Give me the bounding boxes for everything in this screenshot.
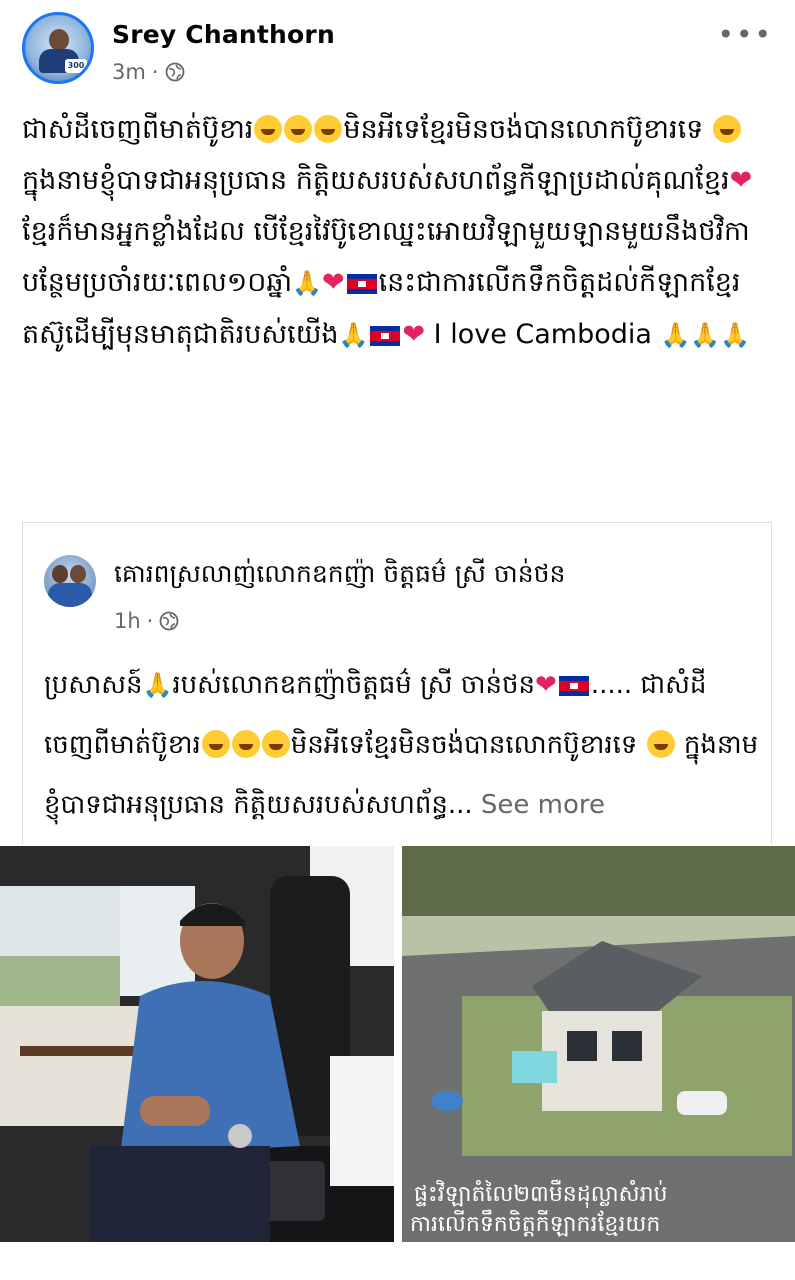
shared-post-text: ប្រសាសន៍🙏របស់លោកឧកញ៉ាចិត្តធម៌ ស្រី ចាន់ថ… bbox=[44, 655, 759, 835]
villa-caption-line-1: ផ្ទះវិឡាតំលៃ២៣មឺនដុល្លាសំរាប់ bbox=[414, 1179, 668, 1208]
shared-text-d: មិនអីទេខ្មែរមិនចង់បានលោកប៊ូខារទេ bbox=[290, 730, 638, 760]
more-options-button[interactable]: ••• bbox=[717, 18, 773, 51]
pray-icon: 🙏 bbox=[142, 671, 173, 699]
shared-author-name[interactable]: គោរពស្រលាញ់លោកឧកញ៉ា ចិត្តធម៌ ស្រី ចាន់ថន bbox=[114, 559, 565, 595]
sweat-smile-emoji-icon bbox=[231, 730, 260, 758]
post-line-2c: I love Cambodia bbox=[433, 319, 652, 350]
shared-post-meta: 1h · bbox=[114, 609, 179, 633]
post-time[interactable]: 3m bbox=[112, 60, 146, 84]
heart-icon: ❤ bbox=[321, 267, 345, 298]
pray-icon: 🙏 bbox=[292, 269, 322, 297]
photo-villa[interactable]: ផ្ទះវិឡាតំលៃ២៣មឺនដុល្លាសំរាប់ ការលើកទឹកច… bbox=[402, 846, 795, 1242]
shared-author-avatar[interactable] bbox=[44, 555, 96, 607]
globe-icon bbox=[165, 62, 184, 82]
cambodia-flag-icon bbox=[558, 676, 589, 696]
post-meta: 3m · bbox=[112, 60, 185, 84]
sweat-smile-emoji-icon bbox=[284, 115, 313, 143]
car-interior-illustration bbox=[0, 846, 394, 1242]
villa-illustration: ផ្ទះវិឡាតំលៃ២៣មឺនដុល្លាសំរាប់ ការលើកទឹកច… bbox=[402, 846, 795, 1242]
post-line-1a: ជាសំដីចេញពីមាត់ប៊ូខារ bbox=[22, 114, 254, 145]
sweat-smile-emoji-icon bbox=[201, 730, 230, 758]
grin-emoji-icon bbox=[646, 730, 675, 758]
cambodia-flag-icon bbox=[346, 274, 377, 294]
shared-text-b: របស់លោកឧកញ៉ាចិត្តធម៌ ស្រី ចាន់ថន bbox=[172, 670, 536, 700]
shared-post-time[interactable]: 1h bbox=[114, 609, 141, 633]
heart-icon: ❤ bbox=[729, 165, 753, 196]
shared-text-a: ប្រសាសន៍ bbox=[44, 670, 143, 700]
sweat-smile-emoji-icon bbox=[314, 115, 343, 143]
shared-post-card[interactable]: គោរពស្រលាញ់លោកឧកញ៉ា ចិត្តធម៌ ស្រី ចាន់ថន… bbox=[22, 522, 772, 844]
pray-icon: 🙏 bbox=[338, 321, 369, 349]
post-text: ជាសំដីចេញពីមាត់ប៊ូខារ មិនអីទេខ្មែរមិនចង់ប… bbox=[22, 104, 777, 361]
post-line-1b: មិនអីទេខ្មែរមិនចង់បានលោកប៊ូខារទេ bbox=[343, 114, 704, 145]
post-line-1c: ក្នុងនាមខ្ញុំបាទជាអនុប្រធាន កិត្តិយសរបស់… bbox=[22, 165, 730, 196]
pray-icon: 🙏🙏🙏 bbox=[660, 321, 751, 349]
heart-icon: ❤ bbox=[535, 670, 557, 700]
see-more-link[interactable]: See more bbox=[481, 790, 605, 820]
globe-icon bbox=[159, 611, 179, 631]
photo-man-in-car[interactable] bbox=[0, 846, 394, 1242]
sweat-smile-emoji-icon bbox=[261, 730, 290, 758]
sweat-smile-emoji-icon bbox=[254, 115, 283, 143]
author-name[interactable]: Srey Chanthorn bbox=[112, 20, 335, 49]
villa-caption-line-2: ការលើកទឹកចិត្តកីឡាករខ្មែរយក bbox=[410, 1209, 660, 1237]
post-header: 300 Srey Chanthorn 3m · ••• bbox=[0, 0, 795, 100]
grin-emoji-icon bbox=[712, 115, 741, 143]
cambodia-flag-icon bbox=[370, 326, 401, 346]
avatar-badge: 300 bbox=[65, 59, 87, 73]
avatar-head bbox=[49, 29, 69, 51]
author-avatar[interactable]: 300 bbox=[22, 12, 94, 84]
heart-icon: ❤ bbox=[402, 319, 426, 350]
